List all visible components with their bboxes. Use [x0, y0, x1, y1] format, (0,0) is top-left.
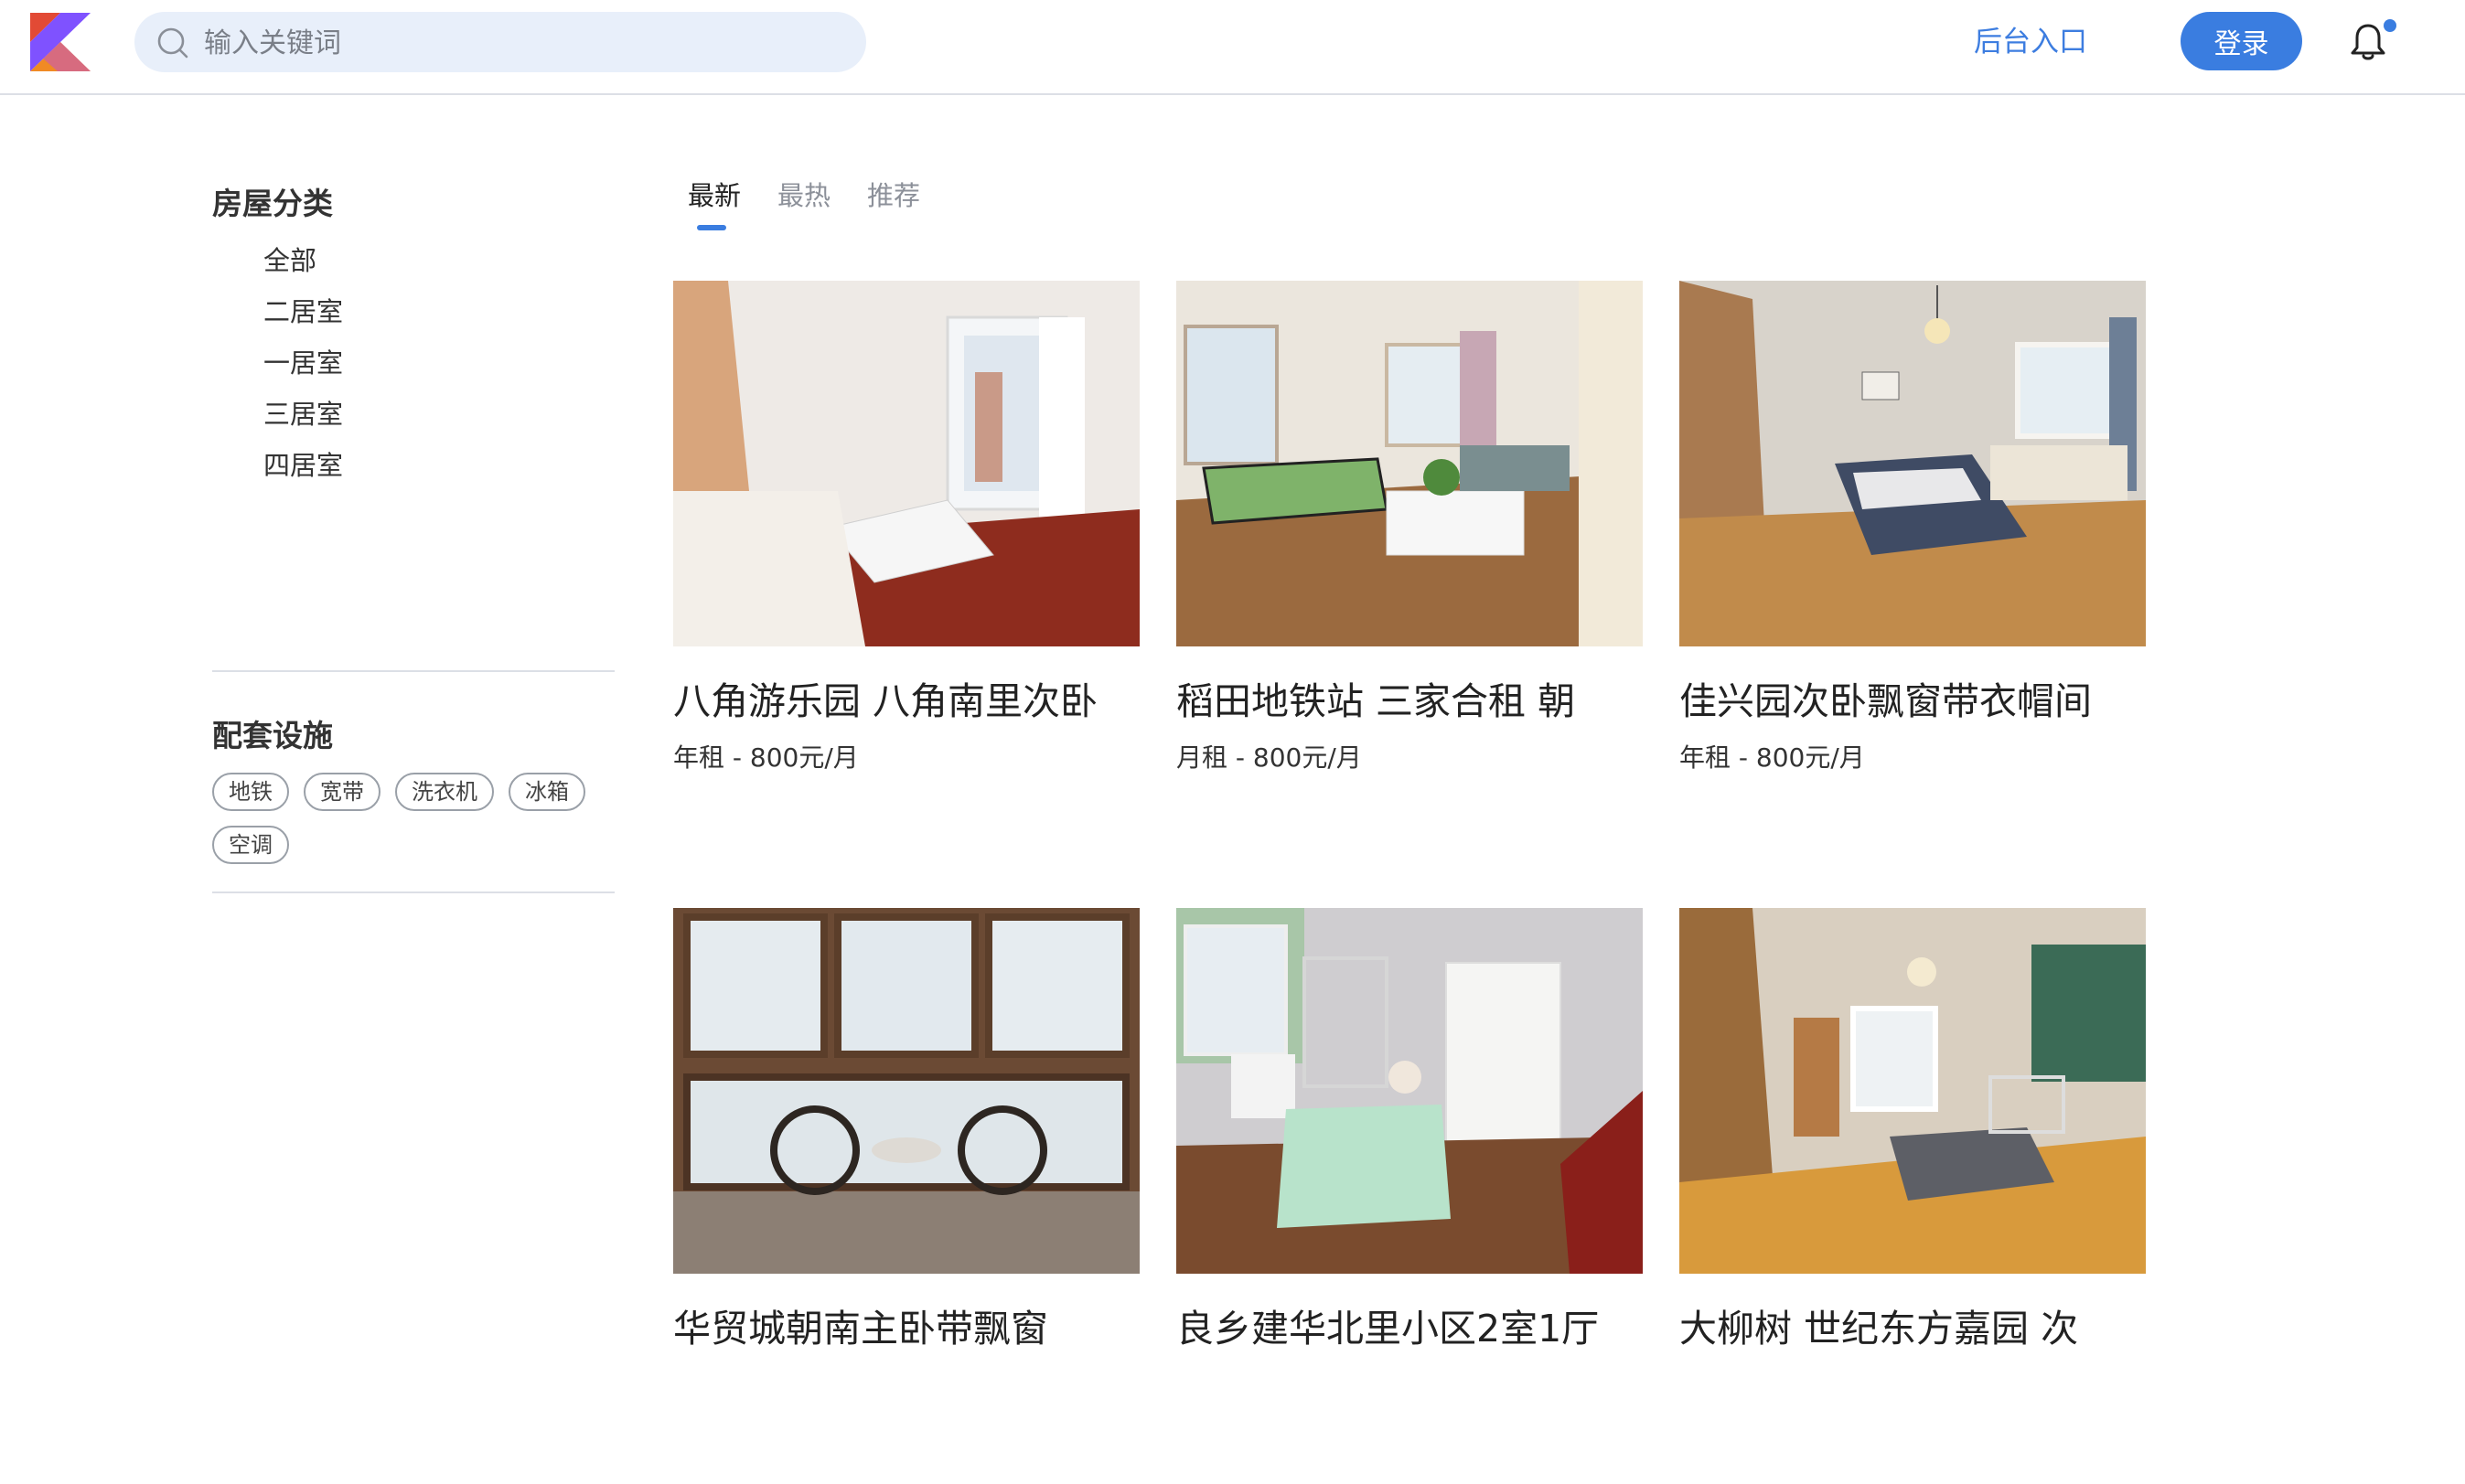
listing-title[interactable]: 八角游乐园 八角南里次卧	[673, 674, 1140, 729]
listing-price: 年租 - 800元/月	[1679, 742, 1865, 773]
listing-price: 月租 - 800元/月	[1176, 742, 1362, 773]
admin-entry-link[interactable]: 后台入口	[1974, 22, 2087, 62]
facility-tag-aircon[interactable]: 空调	[212, 826, 289, 864]
top-navigation-bar: 后台入口 登录	[0, 0, 2465, 95]
sidebar-divider	[212, 891, 615, 893]
notification-bell-icon[interactable]	[2349, 22, 2387, 62]
notification-dot	[2384, 19, 2396, 32]
tab-latest[interactable]: 最新	[688, 176, 741, 230]
category-title: 房屋分类	[212, 186, 333, 221]
search-icon	[157, 27, 188, 59]
app-logo[interactable]	[30, 13, 91, 71]
listing-grid: 八角游乐园 八角南里次卧 年租 - 800元/月 稻田地铁站 三家合租 朝 月租…	[673, 281, 2148, 1484]
listing-title[interactable]: 稻田地铁站 三家合租 朝	[1176, 674, 1643, 729]
category-item-all[interactable]: 全部	[263, 235, 615, 286]
listing-title[interactable]: 华贸城朝南主卧带飘窗	[673, 1301, 1140, 1356]
category-item-four-bedroom[interactable]: 四居室	[263, 440, 615, 491]
facility-tag-washer[interactable]: 洗衣机	[395, 773, 494, 811]
filter-sidebar: 房屋分类 全部 二居室 一居室 三居室 四居室 配套设施 地铁 宽带 洗衣机 冰…	[212, 178, 615, 893]
facility-title: 配套设施	[212, 718, 333, 753]
listing-card[interactable]: 良乡建华北里小区2室1厅	[1176, 908, 1643, 1484]
facility-tag-subway[interactable]: 地铁	[212, 773, 289, 811]
tab-hottest[interactable]: 最热	[777, 176, 831, 216]
search-input[interactable]	[202, 21, 846, 65]
listing-photo[interactable]	[673, 281, 1140, 646]
category-list: 全部 二居室 一居室 三居室 四居室	[263, 235, 615, 491]
tab-recommended[interactable]: 推荐	[867, 176, 920, 216]
search-bar[interactable]	[134, 12, 866, 72]
category-item-one-bedroom[interactable]: 一居室	[263, 337, 615, 389]
facility-tag-fridge[interactable]: 冰箱	[509, 773, 585, 811]
login-button[interactable]: 登录	[2181, 12, 2302, 70]
category-item-two-bedroom[interactable]: 二居室	[263, 286, 615, 337]
listing-card[interactable]: 华贸城朝南主卧带飘窗	[673, 908, 1140, 1484]
listing-photo[interactable]	[1176, 281, 1643, 646]
listing-title[interactable]: 良乡建华北里小区2室1厅	[1176, 1301, 1643, 1356]
category-item-three-bedroom[interactable]: 三居室	[263, 389, 615, 440]
sort-tabs: 最新 最热 推荐	[688, 176, 920, 230]
listing-card[interactable]: 八角游乐园 八角南里次卧 年租 - 800元/月	[673, 281, 1140, 857]
listing-photo[interactable]	[1679, 281, 2146, 646]
listing-photo[interactable]	[1679, 908, 2146, 1274]
listing-photo[interactable]	[673, 908, 1140, 1274]
listing-price: 年租 - 800元/月	[673, 742, 859, 773]
listing-title[interactable]: 大柳树 世纪东方嘉园 次	[1679, 1301, 2146, 1356]
facility-tag-broadband[interactable]: 宽带	[304, 773, 380, 811]
listing-title[interactable]: 佳兴园次卧飘窗带衣帽间	[1679, 674, 2146, 729]
listing-card[interactable]: 佳兴园次卧飘窗带衣帽间 年租 - 800元/月	[1679, 281, 2146, 857]
listing-photo[interactable]	[1176, 908, 1643, 1274]
sidebar-divider	[212, 670, 615, 672]
listing-card[interactable]: 稻田地铁站 三家合租 朝 月租 - 800元/月	[1176, 281, 1643, 857]
listing-card[interactable]: 大柳树 世纪东方嘉园 次	[1679, 908, 2146, 1484]
facility-tag-list: 地铁 宽带 洗衣机 冰箱 空调	[212, 773, 615, 864]
